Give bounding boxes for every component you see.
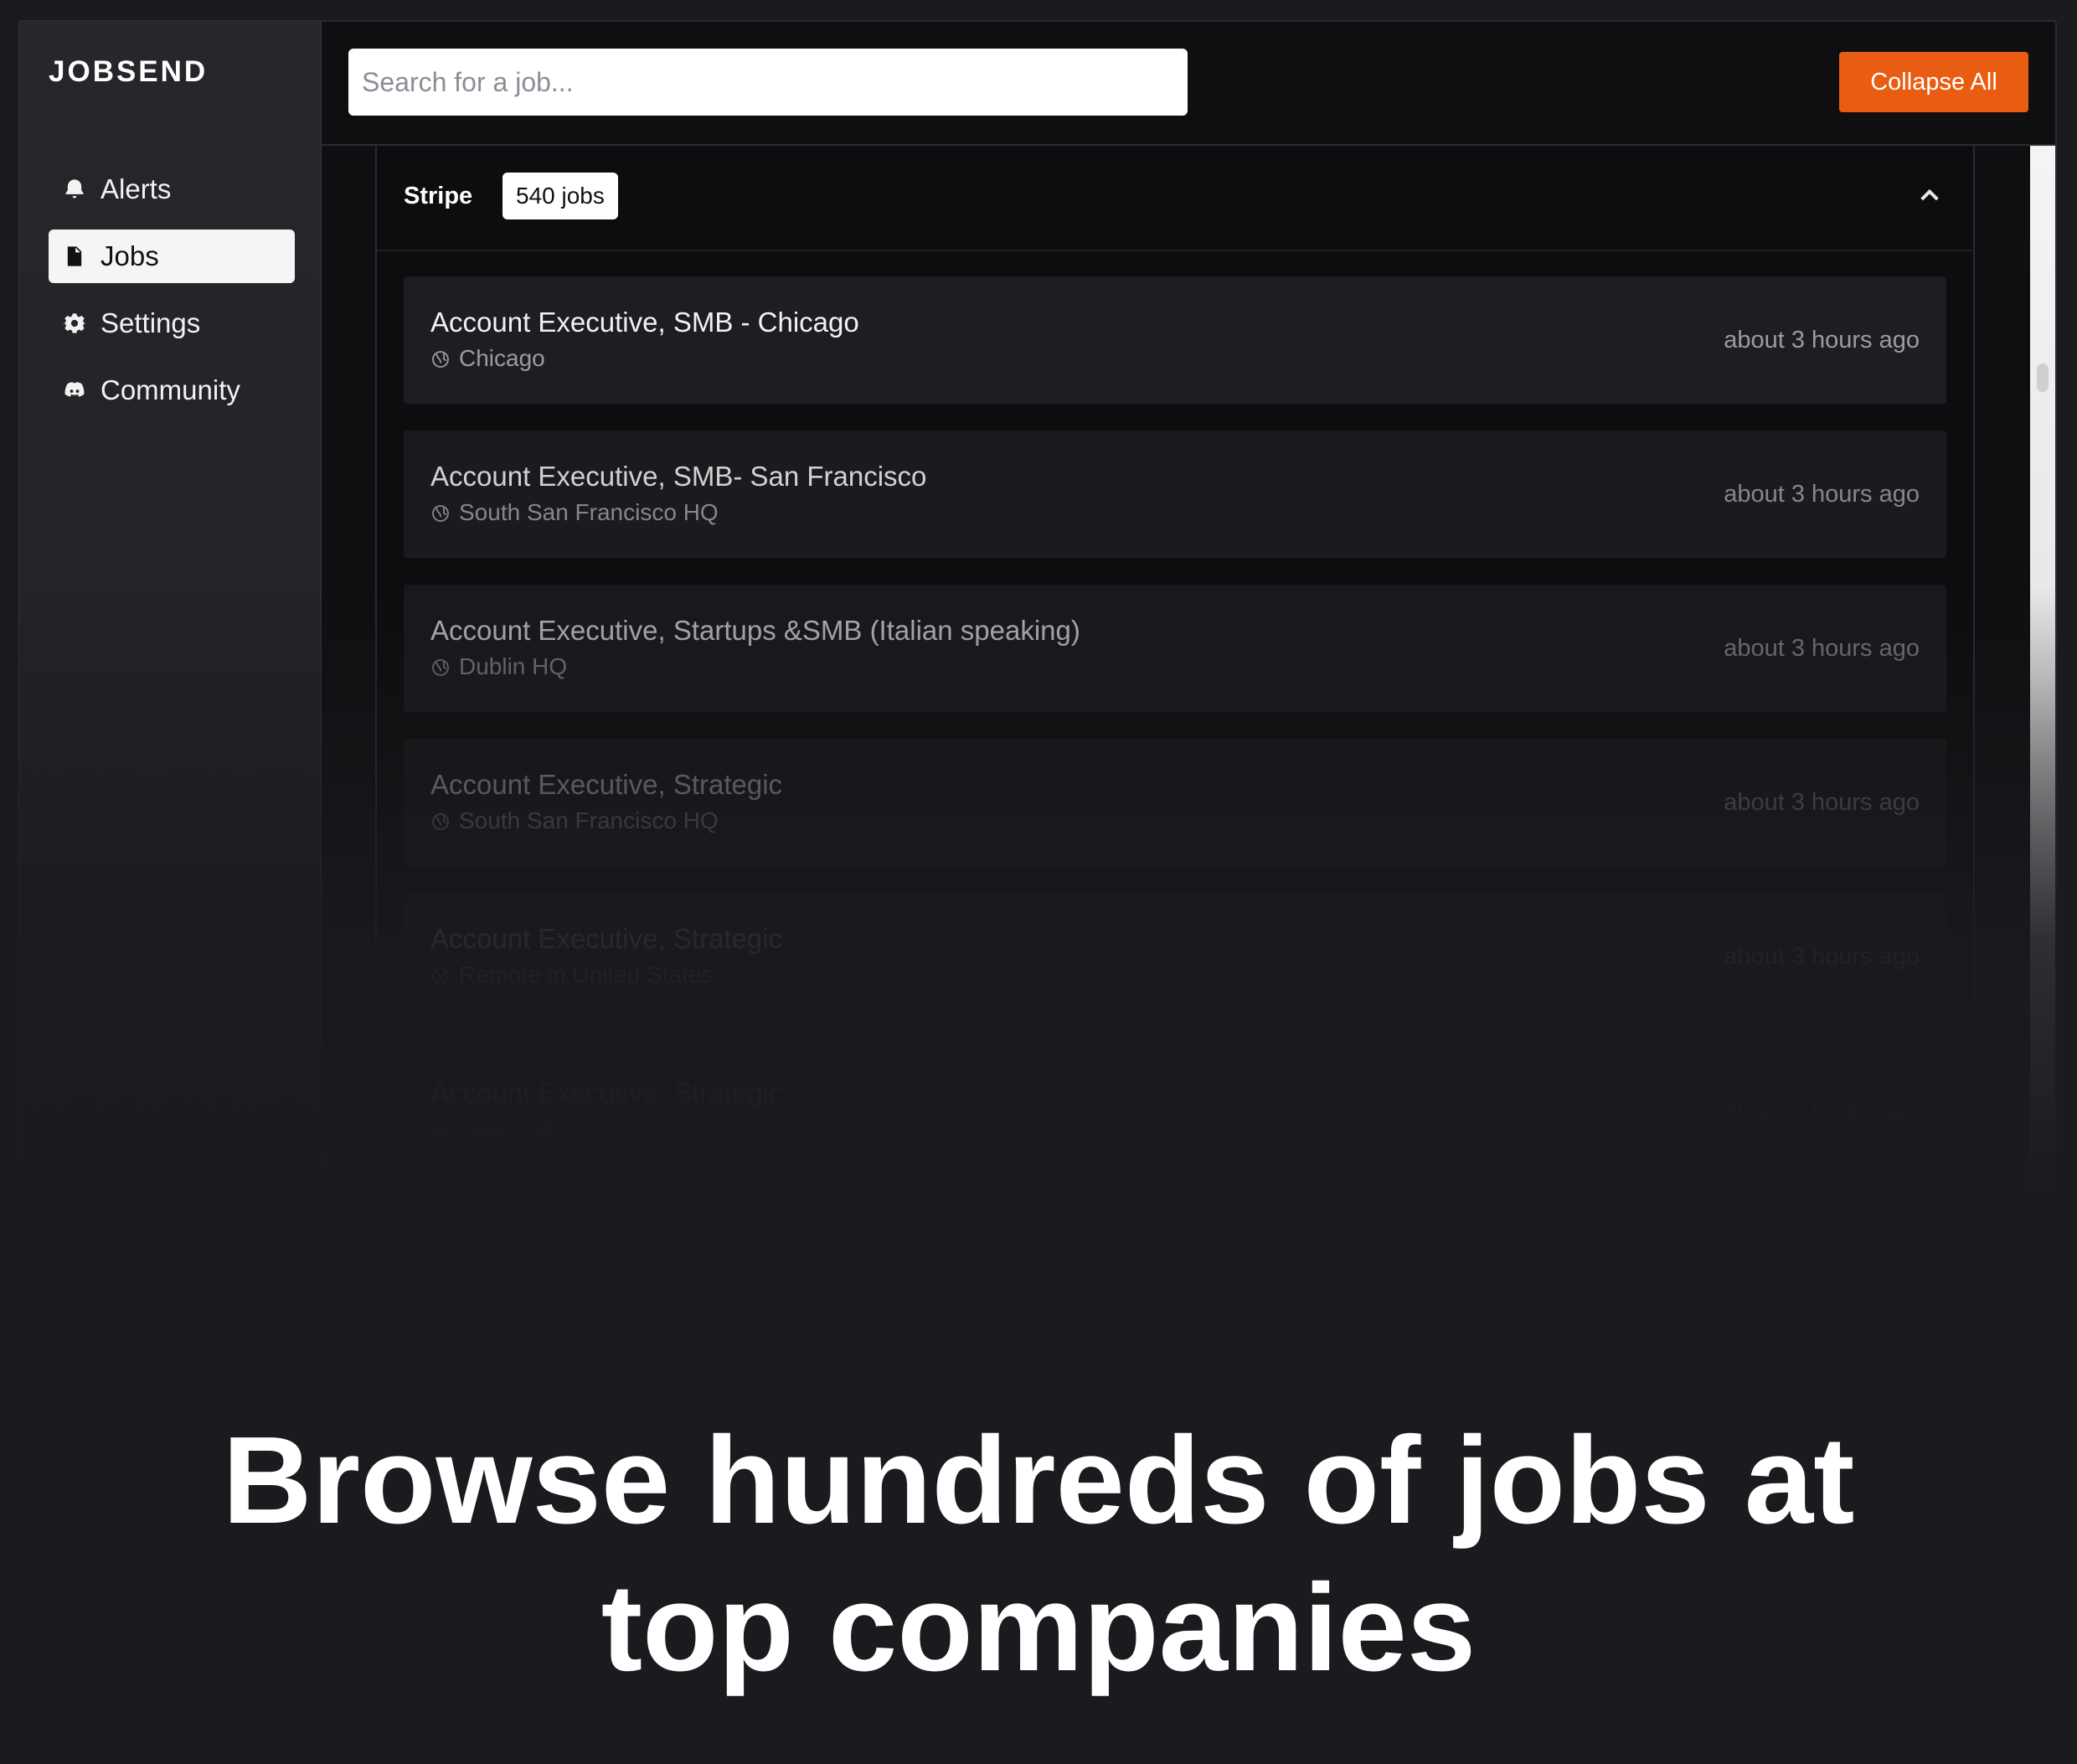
search-input[interactable] <box>348 49 1188 116</box>
discord-icon <box>62 378 87 403</box>
job-title: Account Executive, Startups &SMB (Italia… <box>430 615 1080 646</box>
job-location: Remote in United States <box>430 962 714 988</box>
job-location: South San Francisco HQ <box>430 807 719 834</box>
job-location: New York <box>430 1116 558 1142</box>
job-location-label: South San Francisco HQ <box>459 807 719 833</box>
job-title: Account Executive, Strategic <box>430 769 783 800</box>
job-location-label: Chicago <box>459 345 545 371</box>
sidebar-nav: Alerts Jobs Settings Community <box>49 162 295 431</box>
sidebar-item-label: Community <box>100 374 240 405</box>
job-title: Account Executive, Tax Product Sales <box>430 1231 896 1262</box>
marketing-headline: Browse hundreds of jobs at top companies <box>0 1407 2077 1702</box>
file-icon <box>62 244 87 269</box>
brand-logo[interactable]: JOBSEND <box>49 55 208 89</box>
bell-icon <box>62 177 87 202</box>
job-location-label: South San Francisco HQ <box>459 499 719 525</box>
job-row[interactable]: Account Executive, SMB - Chicago Chicago a… <box>404 276 1946 404</box>
job-posted-time: about 3 hours ago <box>1724 789 1920 816</box>
job-location: Chicago <box>430 345 545 372</box>
main-content: Stripe 540 jobs Account Executive, SMB -… <box>322 146 2028 1462</box>
globe-icon <box>430 657 451 677</box>
job-row[interactable]: Account Executive, Tax Product Sales Chic… <box>404 1201 1946 1328</box>
globe-icon <box>430 1273 451 1293</box>
job-row[interactable]: Account Executive, SMB- San Francisco Sou… <box>404 431 1946 558</box>
job-title: Account Executive, Strategic <box>430 1077 783 1108</box>
company-name: Stripe <box>404 183 473 209</box>
headline-line-2: top companies <box>600 1559 1477 1697</box>
app-window: JOBSEND Alerts Jobs Settings Community S… <box>18 20 2057 1464</box>
scrollbar-thumb[interactable] <box>2037 364 2049 392</box>
scrollbar[interactable] <box>2030 146 2055 1462</box>
sidebar-item-alerts[interactable]: Alerts <box>49 162 295 216</box>
sidebar-item-label: Jobs <box>100 240 159 271</box>
job-location-label: Chicago <box>459 1270 545 1296</box>
sidebar-item-label: Settings <box>100 307 201 338</box>
sidebar: JOBSEND Alerts Jobs Settings Community <box>20 22 322 1462</box>
job-posted-time: about 3 hours ago <box>1724 327 1920 353</box>
globe-icon <box>430 503 451 523</box>
globe-icon <box>430 965 451 985</box>
job-location: South San Francisco HQ <box>430 499 719 526</box>
job-posted-time: about 3 hours ago <box>1724 1251 1920 1278</box>
job-list: Account Executive, SMB - Chicago Chicago a… <box>404 276 1946 1462</box>
job-posted-time: about 3 hours ago <box>1724 943 1920 970</box>
company-panel: Stripe 540 jobs Account Executive, SMB -… <box>375 146 1975 1462</box>
job-title: Account Executive, SMB- San Francisco <box>430 461 927 492</box>
job-row[interactable]: Account Executive, Strategic New York abou… <box>404 1047 1946 1174</box>
globe-icon <box>430 348 451 369</box>
job-row[interactable]: Account Executive, Strategic Remote in Un… <box>404 893 1946 1020</box>
job-title: Account Executive, SMB - Chicago <box>430 307 859 338</box>
company-header[interactable]: Stripe 540 jobs <box>377 146 1973 251</box>
job-location: Chicago <box>430 1270 545 1297</box>
job-title: Account Executive, Strategic <box>430 923 783 954</box>
job-count-badge: 540 jobs <box>502 173 618 219</box>
globe-icon <box>430 1119 451 1139</box>
job-location-label: Remote in United States <box>459 962 714 988</box>
job-posted-time: about 3 hours ago <box>1724 635 1920 662</box>
sidebar-item-label: Alerts <box>100 173 172 204</box>
chevron-up-icon[interactable] <box>1916 183 1943 209</box>
sidebar-item-community[interactable]: Community <box>49 364 295 417</box>
sidebar-item-settings[interactable]: Settings <box>49 297 295 350</box>
sidebar-item-jobs[interactable]: Jobs <box>49 230 295 283</box>
job-posted-time: about 3 hours ago <box>1724 1097 1920 1124</box>
job-row[interactable]: Account Executive, Strategic South San Fr… <box>404 739 1946 866</box>
gear-icon <box>62 311 87 336</box>
job-location-label: New York <box>459 1116 559 1142</box>
job-location: Dublin HQ <box>430 653 567 680</box>
job-row[interactable]: Account Executive, Startups &SMB (Italia… <box>404 585 1946 712</box>
job-location-label: Dublin HQ <box>459 653 568 679</box>
top-bar: Collapse All <box>322 22 2055 146</box>
collapse-all-button[interactable]: Collapse All <box>1839 52 2028 112</box>
headline-line-1: Browse hundreds of jobs at <box>222 1411 1855 1550</box>
job-posted-time: about 3 hours ago <box>1724 481 1920 508</box>
globe-icon <box>430 811 451 831</box>
